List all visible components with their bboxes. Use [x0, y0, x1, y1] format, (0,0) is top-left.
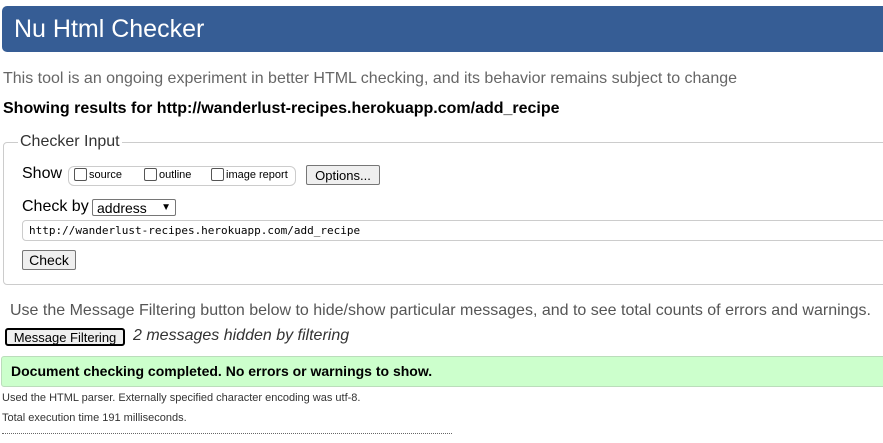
filter-hint: Use the Message Filtering button below t…: [10, 302, 871, 319]
check-by-value: address: [97, 199, 147, 216]
page-header: Nu Html Checker: [2, 6, 883, 52]
check-by-select[interactable]: address ▼: [92, 199, 176, 216]
show-label: Show: [22, 165, 63, 182]
url-input[interactable]: http://wanderlust-recipes.herokuapp.com/…: [22, 220, 883, 241]
checkbox-label: source: [89, 168, 123, 181]
check-by-label: Check by: [22, 198, 89, 215]
success-text: Document checking completed. No errors o…: [11, 363, 433, 379]
source-checkbox[interactable]: source: [74, 168, 122, 181]
checker-input-legend: Checker Input: [20, 133, 120, 150]
execution-time: Total execution time 191 milliseconds.: [2, 412, 187, 424]
show-options-group: source outline image report: [68, 166, 296, 186]
check-button[interactable]: Check: [22, 250, 76, 270]
intro-text: This tool is an ongoing experiment in be…: [3, 70, 738, 87]
showing-results: Showing results for http://wanderlust-re…: [3, 100, 560, 117]
chevron-down-icon: ▼: [161, 202, 171, 213]
success-message: Document checking completed. No errors o…: [1, 356, 883, 387]
checkbox-label: outline: [159, 168, 192, 181]
options-button[interactable]: Options...: [306, 165, 380, 185]
page-title: Nu Html Checker: [14, 15, 205, 43]
image-report-checkbox[interactable]: image report: [211, 168, 288, 181]
hidden-messages-count: 2 messages hidden by filtering: [133, 327, 350, 344]
checkbox-label: image report: [226, 168, 288, 181]
checkbox-box[interactable]: [74, 168, 87, 181]
parser-info: Used the HTML parser. Externally specifi…: [2, 392, 361, 404]
checkbox-box[interactable]: [211, 168, 224, 181]
outline-checkbox[interactable]: outline: [144, 168, 191, 181]
divider: [2, 433, 452, 434]
message-filtering-button[interactable]: Message Filtering: [5, 328, 125, 346]
checkbox-box[interactable]: [144, 168, 157, 181]
